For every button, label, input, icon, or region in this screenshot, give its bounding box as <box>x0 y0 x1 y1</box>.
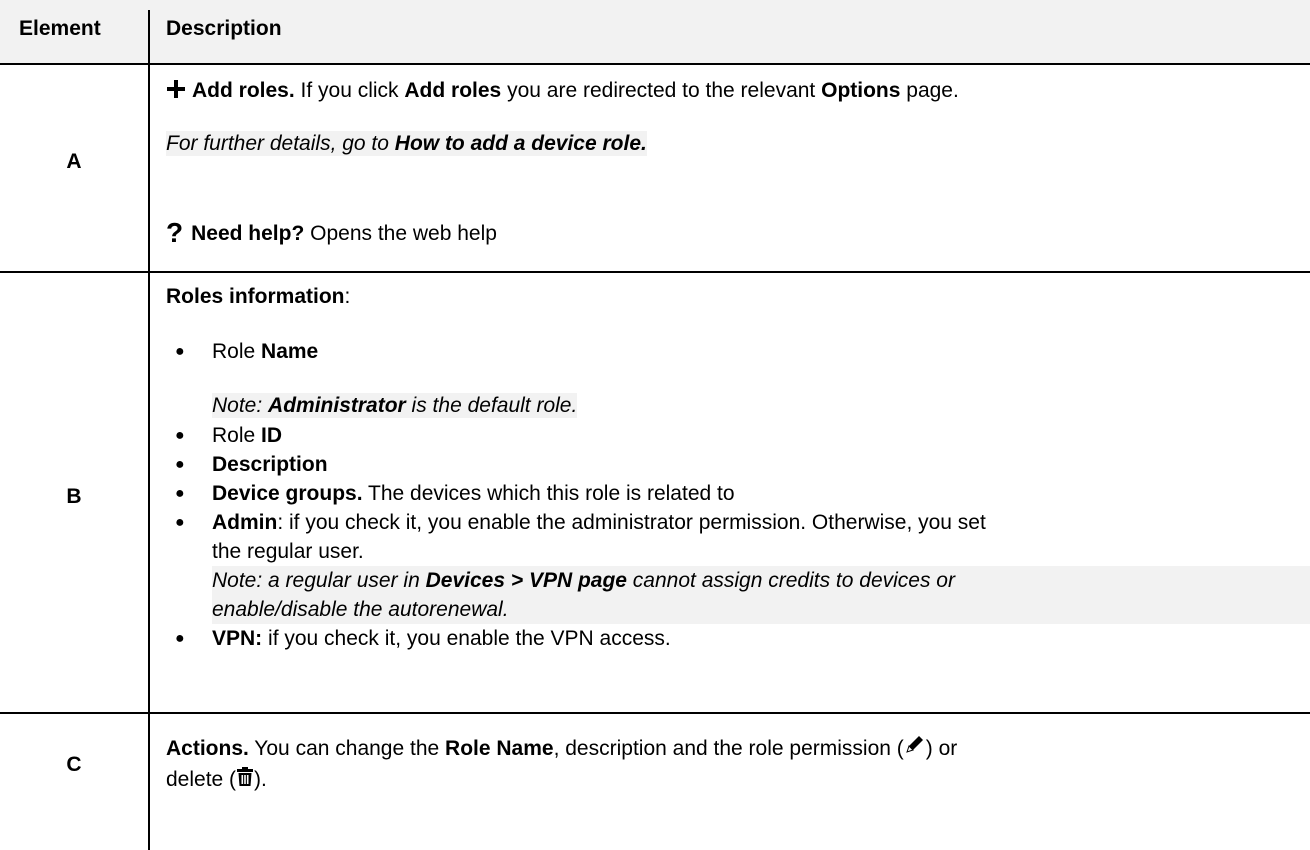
options-link[interactable]: Options <box>821 79 900 102</box>
further-details-note: For further details, go to How to add a … <box>166 131 647 156</box>
actions-line2: delete ( ). <box>166 767 267 791</box>
add-roles-label: Add roles. <box>192 79 295 102</box>
note-regular-user-line1: Note: a regular user in Devices > VPN pa… <box>212 569 955 592</box>
bullet-marker: ● <box>175 456 185 473</box>
row-a-border <box>0 271 1310 273</box>
note-administrator: Note: Administrator is the default role. <box>212 393 578 418</box>
bullet-role-id: Role ID <box>212 424 283 447</box>
add-roles-link[interactable]: Add roles <box>404 79 501 102</box>
bullet-role-name: Role Name <box>212 340 319 363</box>
bullet-admin-cont: the regular user. <box>212 540 364 563</box>
bullet-marker: ● <box>175 630 185 647</box>
plus-icon <box>167 79 185 98</box>
need-help-link[interactable]: Need help? <box>191 222 304 245</box>
bullet-marker: ● <box>175 485 185 502</box>
bullet-device-groups: Device groups. The devices which this ro… <box>212 482 735 505</box>
add-roles-line: Add roles. If you click Add roles you ar… <box>166 78 959 103</box>
column-divider <box>148 10 150 850</box>
bullet-marker: ● <box>175 514 185 531</box>
bullet-admin: Admin: if you check it, you enable the a… <box>212 511 986 534</box>
row-a-element: A <box>66 150 82 173</box>
header-row-border <box>0 63 1310 65</box>
trash-icon[interactable] <box>236 767 254 787</box>
need-help-line: ? Need help? Opens the web help <box>166 217 497 248</box>
header-description: Description <box>166 17 282 40</box>
actions-line1: Actions. You can change the Role Name, d… <box>166 736 957 761</box>
note-regular-user-line2: enable/disable the autorenewal. <box>212 598 509 621</box>
how-to-add-role-link[interactable]: How to add a device role. <box>395 132 647 155</box>
bullet-description: Description <box>212 453 328 476</box>
row-c-element: C <box>66 753 82 776</box>
question-icon[interactable]: ? <box>166 217 183 248</box>
pencil-icon[interactable] <box>904 733 926 755</box>
roles-info-intro: Roles information: <box>166 285 351 308</box>
row-b-element: B <box>66 485 82 508</box>
bullet-marker: ● <box>175 343 185 360</box>
row-b-border <box>0 712 1310 714</box>
header-element: Element <box>19 17 101 40</box>
bullet-vpn: VPN: if you check it, you enable the VPN… <box>212 627 671 650</box>
bullet-marker: ● <box>175 427 185 444</box>
